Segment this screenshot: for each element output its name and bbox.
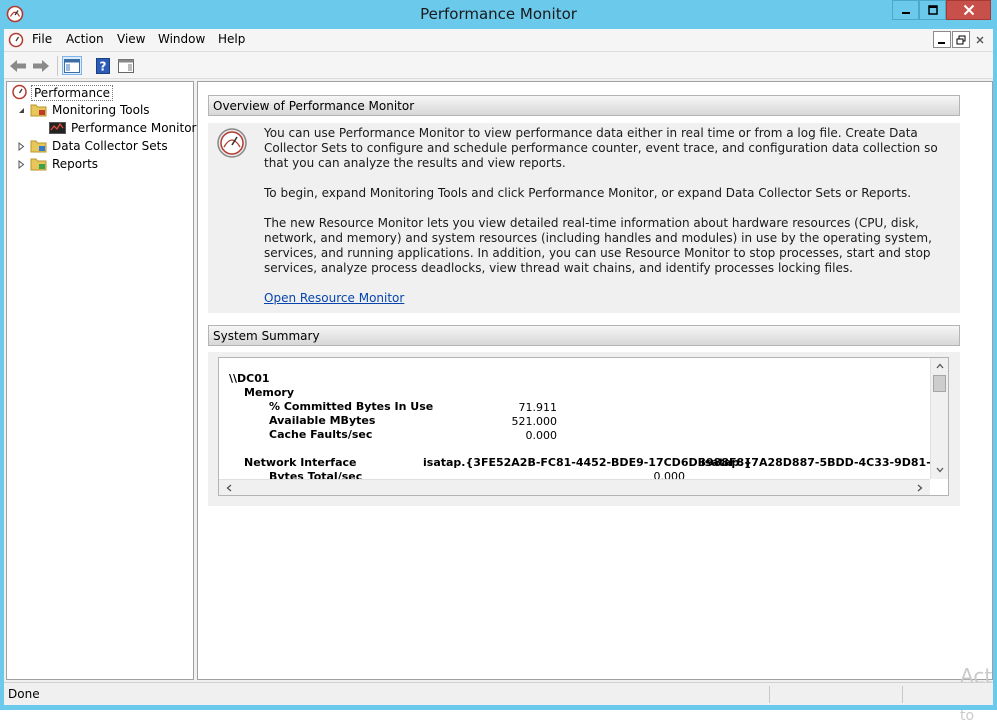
minimize-icon (901, 12, 910, 14)
child-restore-button[interactable] (952, 31, 970, 48)
open-resource-monitor-link[interactable]: Open Resource Monitor (264, 291, 404, 306)
performance-monitor-chart-icon (49, 122, 66, 134)
collapsed-arrow-icon[interactable] (17, 142, 26, 151)
memory-category: Memory (244, 386, 295, 399)
tree-label: Monitoring Tools (52, 103, 150, 117)
close-button[interactable] (946, 0, 991, 20)
vertical-scroll-thumb[interactable] (933, 375, 946, 392)
network-instance-2: isatap.{7A28D887-5BDD-4C33-9D81-FB141CD (701, 456, 948, 469)
status-text: Done (8, 687, 40, 701)
counter-committed-bytes: % Committed Bytes In Use (269, 400, 434, 413)
close-icon (963, 4, 974, 16)
close-icon (976, 36, 984, 43)
console-tree-icon (64, 58, 80, 73)
details-pane: Overview of Performance Monitor You can … (197, 81, 993, 724)
status-divider (902, 686, 903, 703)
maximize-button[interactable] (919, 0, 946, 20)
menu-view[interactable]: View (117, 32, 145, 46)
tree-label: Performance (31, 85, 114, 101)
menu-help[interactable]: Help (218, 32, 245, 46)
title-bar[interactable]: Performance Monitor (0, 0, 997, 29)
scroll-down-button[interactable] (932, 462, 948, 478)
counter-value: 71.911 (518, 401, 558, 414)
overview-body: You can use Performance Monitor to view … (208, 123, 960, 313)
maximize-icon (927, 5, 938, 15)
performance-icon (12, 84, 27, 100)
counter-value: 0.000 (525, 429, 558, 442)
show-hide-action-pane-button[interactable] (116, 56, 136, 75)
menu-bar: File Action View Window Help (4, 29, 993, 51)
system-summary-list[interactable]: \\DC01 Memory % Committed Bytes In Use 7… (218, 357, 949, 496)
reports-folder-icon (30, 158, 47, 171)
collapsed-arrow-icon[interactable] (17, 160, 26, 169)
expanded-arrow-icon[interactable] (17, 106, 26, 115)
horizontal-scrollbar[interactable] (219, 479, 930, 495)
overview-header[interactable]: Overview of Performance Monitor (208, 95, 960, 116)
child-close-button[interactable] (971, 31, 989, 48)
toolbar: ? (4, 51, 993, 79)
tree-label: Data Collector Sets (52, 139, 168, 153)
status-bar: Done (4, 682, 993, 705)
overview-paragraph-2: To begin, expand Monitoring Tools and cl… (264, 186, 912, 200)
status-divider (769, 686, 770, 703)
folder-icon (30, 104, 47, 117)
window-title: Performance Monitor (420, 5, 577, 23)
chevron-right-icon (917, 484, 923, 492)
scroll-up-button[interactable] (932, 358, 948, 374)
console-tree: Performance Monitoring Tools Performance… (6, 81, 196, 680)
forward-button[interactable] (31, 56, 51, 75)
help-icon: ? (96, 57, 110, 74)
tree-label: Performance Monitor (71, 121, 197, 135)
app-window: Performance Monitor File Action View Win… (0, 0, 997, 724)
performance-gauge-icon (217, 128, 247, 158)
back-button[interactable] (8, 56, 28, 75)
back-arrow-icon (10, 59, 26, 72)
menu-window[interactable]: Window (158, 32, 205, 46)
system-menu-icon[interactable] (8, 32, 24, 48)
chevron-down-icon (936, 467, 944, 473)
minimize-button[interactable] (892, 0, 919, 20)
action-pane-icon (118, 58, 134, 73)
scroll-right-button[interactable] (912, 480, 928, 495)
forward-arrow-icon (33, 59, 49, 72)
system-summary-body: \\DC01 Memory % Committed Bytes In Use 7… (208, 352, 960, 506)
counter-available-mbytes: Available MBytes (269, 414, 376, 427)
menu-action[interactable]: Action (66, 32, 104, 46)
toolbar-separator (57, 56, 58, 76)
chevron-up-icon (936, 363, 944, 369)
client-area: File Action View Window Help ? Performan… (4, 29, 993, 724)
restore-icon (956, 35, 966, 44)
overview-paragraph-1: You can use Performance Monitor to view … (264, 126, 938, 170)
computer-name: \\DC01 (229, 372, 270, 385)
show-hide-console-tree-button[interactable] (62, 56, 82, 75)
counter-cache-faults: Cache Faults/sec (269, 428, 373, 441)
child-minimize-button[interactable] (933, 31, 951, 48)
tree-label: Reports (52, 157, 99, 171)
system-summary-header[interactable]: System Summary (208, 325, 960, 346)
help-button[interactable]: ? (93, 56, 113, 75)
scroll-left-button[interactable] (221, 480, 237, 495)
menu-file[interactable]: File (32, 32, 52, 46)
data-collector-folder-icon (30, 140, 47, 153)
network-interface-category: Network Interface (244, 456, 357, 469)
chevron-left-icon (226, 484, 232, 492)
overview-paragraph-3: The new Resource Monitor lets you view d… (264, 216, 932, 275)
svg-text:?: ? (100, 59, 107, 73)
counter-value: 521.000 (511, 415, 558, 428)
vertical-scrollbar[interactable] (930, 358, 948, 479)
minimize-icon (938, 41, 945, 44)
